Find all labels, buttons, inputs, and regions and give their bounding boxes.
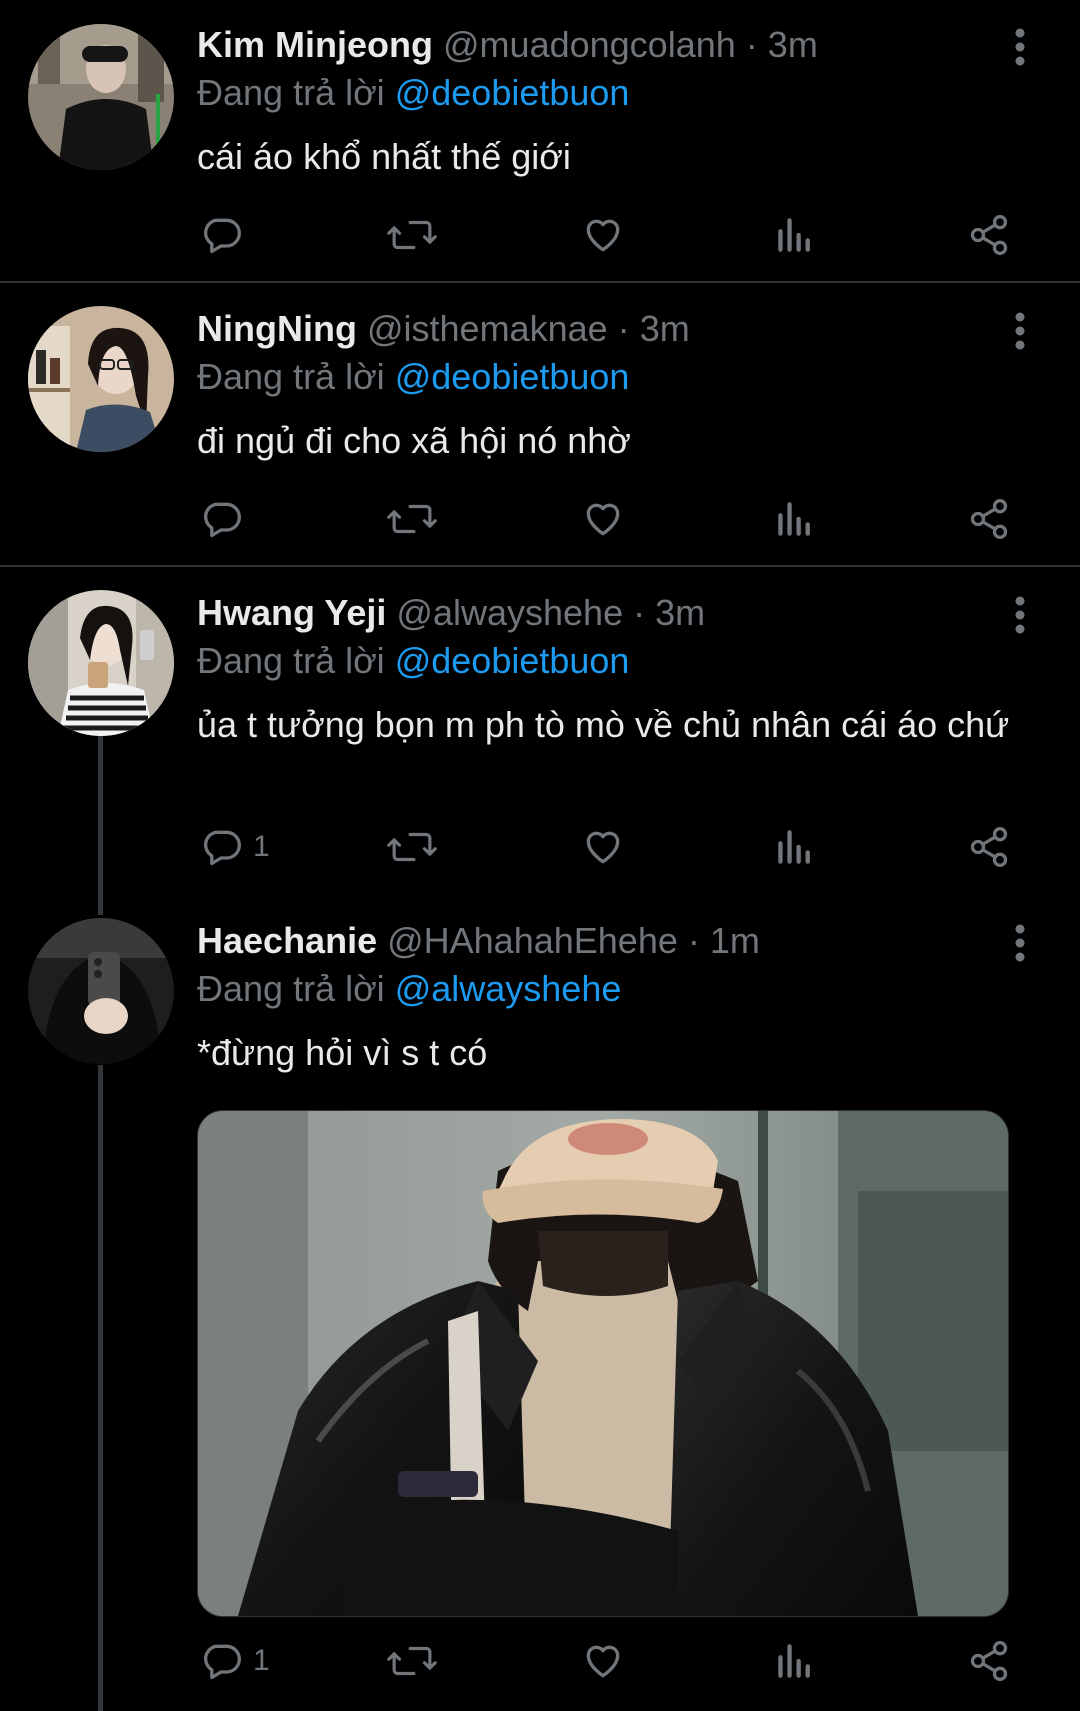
display-name[interactable]: Hwang Yeji xyxy=(197,592,386,633)
share-button[interactable] xyxy=(967,494,1011,544)
tweet-divider xyxy=(0,565,1080,567)
like-button[interactable] xyxy=(581,822,625,872)
retweet-button[interactable] xyxy=(387,494,437,544)
timestamp[interactable]: 3m xyxy=(768,24,818,65)
share-icon xyxy=(970,215,1008,255)
reply-count: 1 xyxy=(253,1644,270,1677)
share-button[interactable] xyxy=(967,822,1011,872)
share-icon xyxy=(970,827,1008,867)
more-vertical-icon[interactable] xyxy=(1000,24,1040,70)
share-icon xyxy=(970,1641,1008,1681)
avatar[interactable] xyxy=(28,590,174,736)
replying-to-mention[interactable]: @deobietbuon xyxy=(395,72,630,113)
retweet-icon xyxy=(387,832,437,862)
user-handle[interactable]: @alwayshehe xyxy=(396,592,623,633)
tweet-header: Haechanie @HAhahahEhehe · 1m xyxy=(197,920,760,962)
tweet[interactable]: Kim Minjeong @muadongcolanh · 3m Đang tr… xyxy=(0,0,1080,282)
tweet-actions: 1 xyxy=(197,1636,1037,1686)
tweet-actions xyxy=(197,494,1037,544)
replying-to-label: Đang trả lời xyxy=(197,640,385,681)
views-button[interactable] xyxy=(775,494,815,544)
like-button[interactable] xyxy=(581,494,625,544)
replying-to: Đang trả lời @deobietbuon xyxy=(197,640,629,682)
retweet-button[interactable] xyxy=(387,1636,437,1686)
reply-icon xyxy=(204,1644,241,1680)
reply-icon xyxy=(204,218,241,254)
more-vertical-icon[interactable] xyxy=(1000,592,1040,638)
tweet[interactable]: NingNing @isthemaknae · 3m Đang trả lời … xyxy=(0,284,1080,566)
separator-dot: · xyxy=(687,920,700,961)
replying-to-mention[interactable]: @alwayshehe xyxy=(395,968,622,1009)
tweet-text: *đừng hỏi vì s t có xyxy=(197,1032,488,1073)
timestamp[interactable]: 1m xyxy=(710,920,760,961)
heart-icon xyxy=(586,503,620,536)
replying-to: Đang trả lời @deobietbuon xyxy=(197,356,629,398)
timestamp[interactable]: 3m xyxy=(655,592,705,633)
replying-to-label: Đang trả lời xyxy=(197,968,385,1009)
tweet-header: NingNing @isthemaknae · 3m xyxy=(197,308,690,350)
display-name[interactable]: Haechanie xyxy=(197,920,377,961)
avatar[interactable] xyxy=(28,306,174,452)
display-name[interactable]: NingNing xyxy=(197,308,357,349)
separator-dot: · xyxy=(617,308,630,349)
heart-icon xyxy=(586,219,620,252)
more-vertical-icon[interactable] xyxy=(1000,920,1040,966)
user-handle[interactable]: @isthemaknae xyxy=(367,308,608,349)
replying-to-mention[interactable]: @deobietbuon xyxy=(395,356,630,397)
like-button[interactable] xyxy=(581,210,625,260)
reply-button[interactable]: 1 xyxy=(199,1636,270,1686)
heart-icon xyxy=(586,831,620,864)
replying-to-label: Đang trả lời xyxy=(197,72,385,113)
like-button[interactable] xyxy=(581,1636,625,1686)
replying-to: Đang trả lời @alwayshehe xyxy=(197,968,621,1010)
retweet-icon xyxy=(387,504,437,534)
replying-to: Đang trả lời @deobietbuon xyxy=(197,72,629,114)
tweet-text: ủa t tưởng bọn m ph tò mò về chủ nhân cá… xyxy=(197,704,1010,745)
tweet-text: cái áo khổ nhất thế giới xyxy=(197,136,571,177)
reply-button[interactable] xyxy=(199,494,243,544)
views-button[interactable] xyxy=(775,822,815,872)
tweet-text: đi ngủ đi cho xã hội nó nhờ xyxy=(197,420,631,461)
tweet-photo[interactable] xyxy=(197,1110,1009,1617)
avatar[interactable] xyxy=(28,918,174,1064)
heart-icon xyxy=(586,1645,620,1678)
user-handle[interactable]: @muadongcolanh xyxy=(443,24,736,65)
reply-button[interactable]: 1 xyxy=(199,822,270,872)
display-name[interactable]: Kim Minjeong xyxy=(197,24,433,65)
retweet-icon xyxy=(387,220,437,250)
bar-chart-icon xyxy=(778,502,810,536)
views-button[interactable] xyxy=(775,1636,815,1686)
tweet-actions: 1 xyxy=(197,822,1037,872)
retweet-button[interactable] xyxy=(387,822,437,872)
tweet-divider xyxy=(0,281,1080,283)
reply-icon xyxy=(204,830,241,866)
tweet-header: Kim Minjeong @muadongcolanh · 3m xyxy=(197,24,818,66)
more-vertical-icon[interactable] xyxy=(1000,308,1040,354)
share-button[interactable] xyxy=(967,210,1011,260)
user-handle[interactable]: @HAhahahEhehe xyxy=(387,920,678,961)
reply-count: 1 xyxy=(253,830,270,863)
separator-dot: · xyxy=(745,24,758,65)
replying-to-label: Đang trả lời xyxy=(197,356,385,397)
replying-to-mention[interactable]: @deobietbuon xyxy=(395,640,630,681)
share-button[interactable] xyxy=(967,1636,1011,1686)
share-icon xyxy=(970,499,1008,539)
tweet[interactable]: Hwang Yeji @alwayshehe · 3m Đang trả lời… xyxy=(0,568,1080,908)
views-button[interactable] xyxy=(775,210,815,260)
reply-icon xyxy=(204,502,241,538)
separator-dot: · xyxy=(633,592,646,633)
retweet-icon xyxy=(387,1646,437,1676)
timestamp[interactable]: 3m xyxy=(640,308,690,349)
avatar[interactable] xyxy=(28,24,174,170)
retweet-button[interactable] xyxy=(387,210,437,260)
reply-button[interactable] xyxy=(199,210,243,260)
bar-chart-icon xyxy=(778,830,810,864)
bar-chart-icon xyxy=(778,1644,810,1678)
tweet-actions xyxy=(197,210,1037,260)
bar-chart-icon xyxy=(778,218,810,252)
tweet-header: Hwang Yeji @alwayshehe · 3m xyxy=(197,592,705,634)
